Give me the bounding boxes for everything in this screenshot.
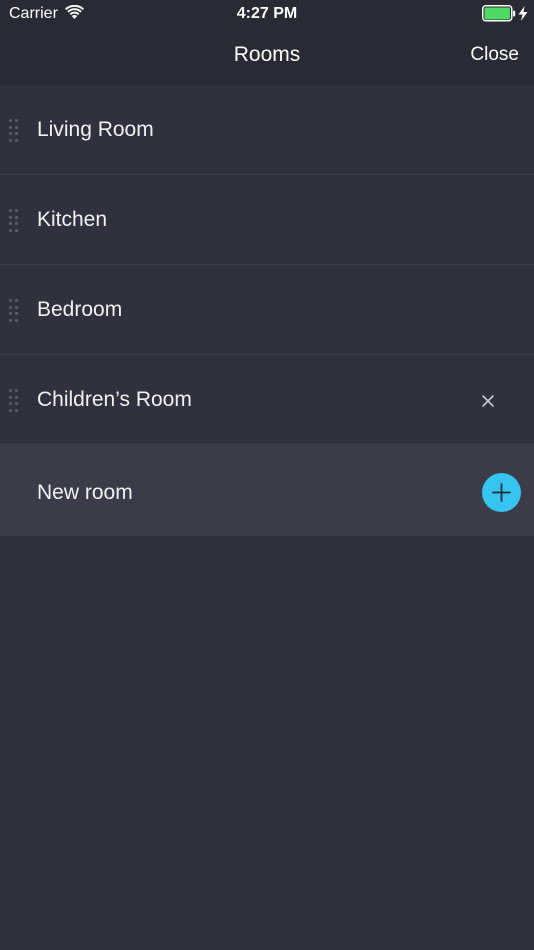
delete-room-icon[interactable] xyxy=(480,393,496,409)
room-name: Bedroom xyxy=(37,298,123,321)
close-button[interactable]: Close xyxy=(470,44,519,66)
drag-handle-icon[interactable] xyxy=(9,389,18,412)
add-room-button[interactable] xyxy=(482,473,521,512)
room-name: Kitchen xyxy=(37,208,108,231)
room-name: Children’s Room xyxy=(37,388,192,411)
navigation-bar: Rooms Close xyxy=(0,28,534,85)
page-title: Rooms xyxy=(233,43,301,66)
room-row[interactable]: Bedroom xyxy=(0,265,534,355)
room-row[interactable]: Children’s Room xyxy=(0,355,534,445)
drag-handle-icon[interactable] xyxy=(9,299,18,322)
room-list: Living Room Kitchen Bedroom Children’s Room… xyxy=(0,85,534,536)
room-row[interactable]: Kitchen xyxy=(0,175,534,265)
drag-handle-icon[interactable] xyxy=(9,119,18,142)
room-name: Living Room xyxy=(37,118,154,141)
status-bar: Carrier 4:27 PM xyxy=(0,0,534,28)
drag-handle-icon[interactable] xyxy=(9,209,18,232)
plus-icon xyxy=(492,483,511,502)
charging-bolt-icon xyxy=(518,6,528,21)
status-time: 4:27 PM xyxy=(236,5,298,22)
new-room-row[interactable]: New room xyxy=(0,445,534,536)
room-row[interactable]: Living Room xyxy=(0,85,534,175)
battery-icon xyxy=(482,5,516,22)
new-room-input[interactable]: New room xyxy=(37,481,133,505)
